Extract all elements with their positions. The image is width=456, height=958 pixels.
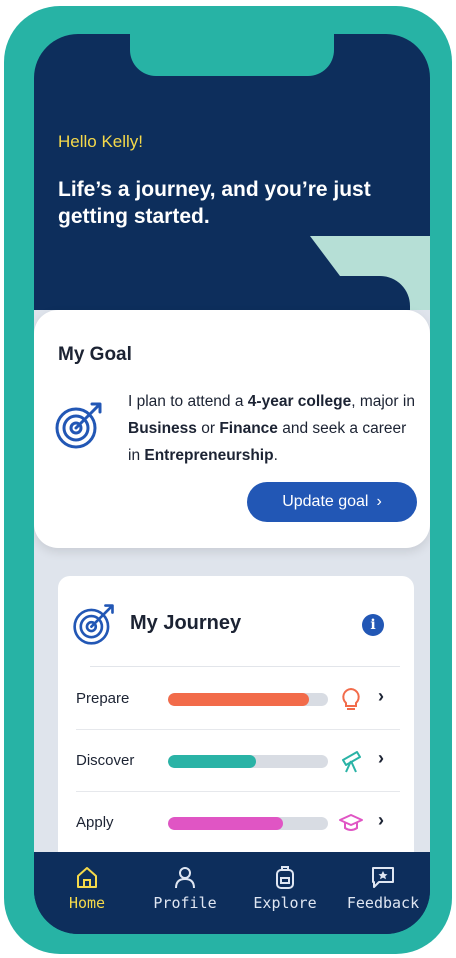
target-icon <box>55 402 102 449</box>
goal-major-2: Finance <box>219 420 278 437</box>
target-icon <box>73 604 114 645</box>
bottom-tab-bar: Home Profile Explore Feedback <box>34 852 430 934</box>
goal-major-1: Business <box>128 420 197 437</box>
journey-title: My Journey <box>130 612 242 634</box>
update-goal-label: Update goal <box>282 493 369 510</box>
phone-frame: Hello Kelly! Life’s a journey, and you’r… <box>4 6 452 954</box>
goal-statement: I plan to attend a 4-year college, major… <box>128 393 415 464</box>
progress-track <box>168 817 328 830</box>
star-chat-icon <box>372 867 394 888</box>
tab-explore[interactable]: Explore <box>240 864 330 912</box>
person-icon <box>175 867 195 889</box>
graduation-cap-icon <box>339 814 363 831</box>
phone-notch <box>130 34 334 76</box>
update-goal-button[interactable]: Update goal › <box>247 482 417 522</box>
progress-fill <box>168 755 256 768</box>
chevron-right-icon: › <box>378 810 384 830</box>
journey-row-apply[interactable]: Apply › <box>58 792 414 854</box>
progress-fill <box>168 693 309 706</box>
tab-label: Profile <box>153 894 217 912</box>
backpack-icon <box>276 866 294 889</box>
tab-label: Home <box>68 894 106 912</box>
progress-fill <box>168 817 284 830</box>
tab-feedback[interactable]: Feedback <box>338 864 428 912</box>
tab-profile[interactable]: Profile <box>140 864 230 912</box>
phone-screen: Hello Kelly! Life’s a journey, and you’r… <box>34 34 430 934</box>
journey-row-label: Apply <box>76 814 114 831</box>
telescope-icon <box>342 751 361 773</box>
goal-card: My Goal I plan to attend a 4-year colleg… <box>34 310 430 548</box>
journey-row-label: Prepare <box>76 690 130 707</box>
goal-career: Entrepreneurship <box>144 447 274 464</box>
home-icon <box>77 867 97 888</box>
goal-college: 4-year college <box>247 393 352 410</box>
chevron-right-icon: › <box>378 686 384 706</box>
tab-label: Feedback <box>346 894 420 912</box>
chevron-right-icon: › <box>376 493 382 510</box>
tab-label: Explore <box>253 894 317 912</box>
lightbulb-icon <box>342 687 360 710</box>
progress-track <box>168 755 328 768</box>
greeting-text: Hello Kelly! <box>58 132 144 151</box>
journey-row-prepare[interactable]: Prepare › <box>58 668 414 730</box>
info-icon[interactable]: i <box>362 614 384 636</box>
divider <box>90 666 400 667</box>
tab-home[interactable]: Home <box>42 864 132 912</box>
goal-title: My Goal <box>58 344 132 365</box>
journey-card: My Journey i Prepare › Discover › Apply … <box>58 576 414 876</box>
progress-track <box>168 693 328 706</box>
chevron-right-icon: › <box>378 748 384 768</box>
journey-row-discover[interactable]: Discover › <box>58 730 414 792</box>
tagline-text: Life’s a journey, and you’re just gettin… <box>58 178 371 228</box>
journey-row-label: Discover <box>76 752 135 769</box>
main-content: My Goal I plan to attend a 4-year colleg… <box>34 310 430 876</box>
